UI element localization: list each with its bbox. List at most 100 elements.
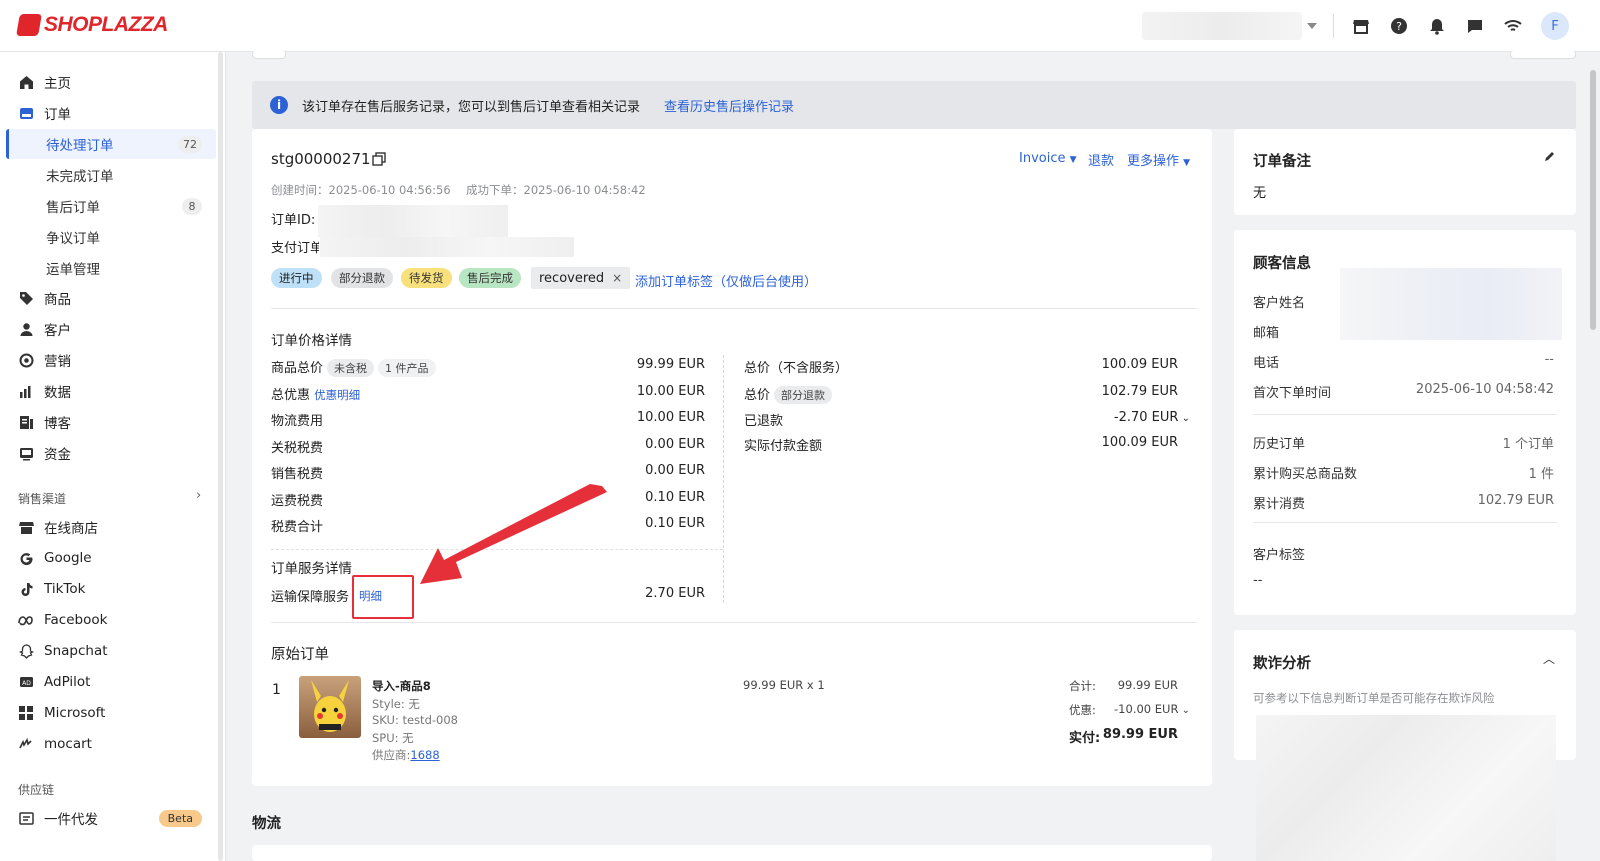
- svg-text:AD: AD: [22, 680, 31, 687]
- sidebar-channel-facebook[interactable]: Facebook: [0, 605, 218, 635]
- product-thumbnail[interactable]: [299, 676, 361, 738]
- add-order-tag-link[interactable]: 添加订单标签（仅做后台使用）: [635, 271, 817, 290]
- wifi-icon[interactable]: [1503, 16, 1523, 36]
- sidebar-sub-aftersale-orders[interactable]: 售后订单 8: [6, 191, 216, 221]
- product-name-link[interactable]: 导入-商品8: [372, 678, 431, 694]
- tiktok-icon: [18, 581, 34, 597]
- sidebar-item-products[interactable]: 商品: [0, 283, 218, 313]
- sidebar-sub-waybill[interactable]: 运单管理: [6, 253, 216, 283]
- sidebar-sub-pending-orders[interactable]: 待处理订单 72: [6, 129, 216, 159]
- order-remark-value: 无: [1253, 186, 1267, 201]
- order-history-link[interactable]: 1 个订单: [1503, 433, 1554, 452]
- sidebar-sub-incomplete-orders[interactable]: 未完成订单: [6, 160, 216, 190]
- first-order-value: 2025-06-10 04:58:42: [1415, 382, 1554, 397]
- invoice-dropdown[interactable]: Invoice ▼: [1019, 151, 1077, 166]
- sidebar-item-blog[interactable]: 博客: [0, 407, 218, 437]
- refunded-value[interactable]: -2.70 EUR ⌄: [1114, 410, 1190, 425]
- product-sku: SKU: testd-008: [372, 713, 458, 727]
- price-value-sales-tax: 0.00 EUR: [645, 463, 705, 478]
- sidebar-item-dropshipping[interactable]: 一件代发 Beta: [0, 803, 218, 833]
- back-button[interactable]: [252, 50, 286, 59]
- line-discount-value[interactable]: -10.00 EUR ⌄: [1114, 702, 1190, 716]
- order-number: stg00000271: [271, 150, 371, 168]
- customer-info-title: 顾客信息: [1253, 256, 1311, 272]
- actual-paid-label: 实际付款金额: [744, 439, 823, 454]
- shoplazza-logo[interactable]: SHOPLAZZA: [16, 13, 168, 37]
- orders-icon: [18, 105, 34, 121]
- storefront-icon: [18, 519, 34, 535]
- close-icon[interactable]: ×: [612, 271, 622, 285]
- sidebar-channel-mocart[interactable]: mocart: [0, 729, 218, 759]
- bell-icon[interactable]: [1427, 16, 1447, 36]
- sidebar-scrollbar[interactable]: [218, 52, 223, 861]
- copy-icon[interactable]: [372, 152, 386, 170]
- line-item-index: 1: [272, 682, 281, 698]
- sidebar-item-analytics[interactable]: 数据: [0, 376, 218, 406]
- view-aftersale-history-link[interactable]: 查看历史售后操作记录: [664, 96, 794, 115]
- sidebar-channel-adpilot[interactable]: AD AdPilot: [0, 667, 218, 697]
- supplier-link[interactable]: 1688: [410, 748, 439, 762]
- main-scrollbar[interactable]: [1590, 70, 1596, 330]
- price-detail-title: 订单价格详情: [271, 333, 352, 349]
- line-paid-label: 实付:: [1069, 731, 1101, 746]
- home-icon: [18, 74, 34, 90]
- help-icon[interactable]: ?: [1389, 16, 1409, 36]
- beta-badge: Beta: [158, 810, 202, 827]
- total-items-label: 累计购买总商品数: [1253, 467, 1358, 482]
- mocart-icon: [18, 736, 34, 752]
- pikachu-image: [311, 680, 349, 732]
- sidebar-item-finance[interactable]: 资金: [0, 438, 218, 468]
- order-remark-card: [1234, 129, 1576, 215]
- aftersale-notice-banner: i 该订单存在售后服务记录，您可以到售后订单查看相关记录 查看历史售后操作记录: [252, 81, 1576, 129]
- tag-icon: [18, 290, 34, 306]
- line-paid-value: 89.99 EUR: [1102, 727, 1178, 742]
- customer-name-label: 客户姓名: [1253, 296, 1306, 311]
- redacted-fraud-details: [1256, 715, 1556, 861]
- sales-channels-label: 销售渠道: [18, 492, 67, 506]
- sidebar-channel-microsoft[interactable]: Microsoft: [0, 698, 218, 728]
- pager-buttons[interactable]: [1510, 50, 1576, 59]
- supply-chain-label: 供应链: [18, 783, 55, 797]
- more-actions-dropdown[interactable]: 更多操作 ▼: [1127, 150, 1190, 169]
- sidebar-channel-snapchat[interactable]: Snapchat: [0, 636, 218, 666]
- refund-button[interactable]: 退款: [1088, 150, 1114, 169]
- message-icon[interactable]: [1465, 16, 1485, 36]
- edit-pencil-icon[interactable]: [1543, 150, 1556, 167]
- service-detail-title: 订单服务详情: [271, 561, 352, 577]
- order-remark-title: 订单备注: [1253, 154, 1311, 170]
- discount-detail-link[interactable]: 优惠明细: [314, 388, 360, 402]
- adpilot-icon: AD: [18, 674, 34, 690]
- sidebar-channel-tiktok[interactable]: TikTok: [0, 574, 218, 604]
- price-value-shipping: 10.00 EUR: [636, 410, 705, 425]
- total-excl-service-value: 100.09 EUR: [1101, 357, 1178, 372]
- sidebar-item-orders[interactable]: 订单: [0, 98, 218, 128]
- chevron-up-icon[interactable]: ︿: [1543, 650, 1555, 667]
- info-icon: i: [270, 96, 288, 114]
- store-selector[interactable]: [1142, 12, 1317, 40]
- sidebar-channel-online-store[interactable]: 在线商店: [0, 512, 218, 542]
- price-row-discount: 总优惠 优惠明细: [271, 388, 361, 403]
- wallet-icon: [18, 445, 34, 461]
- pay-order-label: 支付订单: [271, 241, 319, 256]
- price-value-shipping-tax: 0.10 EUR: [645, 490, 705, 505]
- total-label: 总价 部分退款: [744, 384, 833, 404]
- store-icon[interactable]: [1351, 16, 1371, 36]
- unit-price-qty: 99.99 EUR x 1: [743, 678, 825, 692]
- price-value-discount: 10.00 EUR: [636, 384, 705, 399]
- redacted-customer-contact: [1340, 268, 1562, 340]
- sidebar-item-marketing[interactable]: 营销: [0, 345, 218, 375]
- sidebar-item-home[interactable]: 主页: [0, 67, 218, 97]
- total-excl-service-label: 总价（不含服务）: [744, 361, 849, 376]
- custom-tag-recovered: recovered ×: [531, 267, 631, 289]
- chevron-right-icon[interactable]: ›: [196, 488, 201, 503]
- dropship-icon: [18, 810, 34, 826]
- status-tag-aftersale-done: 售后完成: [459, 268, 521, 288]
- actual-paid-value: 100.09 EUR: [1101, 435, 1178, 450]
- sidebar-item-customers[interactable]: 客户: [0, 314, 218, 344]
- sidebar-sub-dispute-orders[interactable]: 争议订单: [6, 222, 216, 252]
- chevron-down-icon: ⌄: [1178, 705, 1190, 716]
- svg-text:?: ?: [1396, 20, 1402, 33]
- user-avatar[interactable]: F: [1541, 12, 1569, 40]
- sidebar-channel-google[interactable]: Google: [0, 543, 218, 573]
- microsoft-icon: [18, 705, 34, 721]
